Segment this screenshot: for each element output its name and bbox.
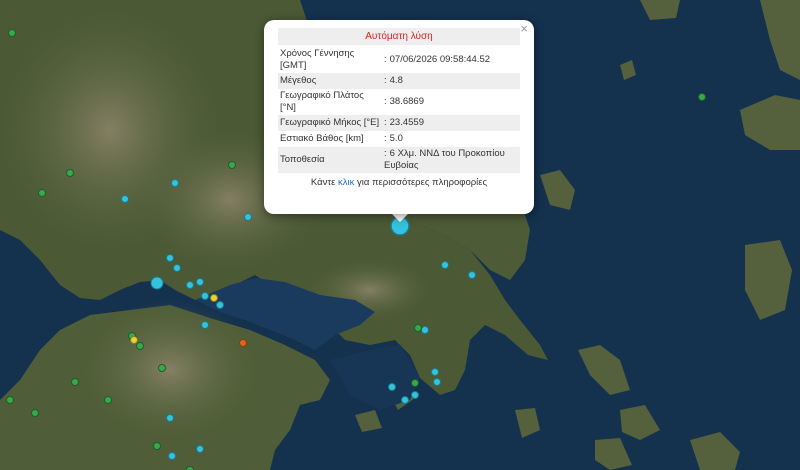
earthquake-marker[interactable]: [401, 396, 409, 404]
row-value: 5.0: [389, 133, 403, 144]
earthquake-marker[interactable]: [153, 442, 161, 450]
earthquake-marker[interactable]: [171, 179, 179, 187]
row-value: 07/06/2026 09:58:44.52: [389, 54, 491, 65]
row-label: Χρόνος Γέννησης [GMT]: [280, 48, 355, 71]
earthquake-marker[interactable]: [201, 292, 209, 300]
row-label: Τοποθεσία: [280, 154, 325, 165]
row-value: 38.6869: [389, 96, 424, 107]
row-label: Γεωγραφικό Μήκος [°E]: [280, 117, 380, 128]
earthquake-marker[interactable]: [421, 326, 429, 334]
earthquake-marker[interactable]: [71, 378, 79, 386]
earthquake-marker[interactable]: [150, 276, 164, 290]
earthquake-marker[interactable]: [166, 414, 174, 422]
earthquake-marker[interactable]: [8, 29, 16, 37]
earthquake-marker[interactable]: [239, 339, 247, 347]
earthquake-marker[interactable]: [168, 452, 176, 460]
earthquake-marker[interactable]: [441, 261, 449, 269]
row-label: Γεωγραφικό Πλάτος [°N]: [280, 90, 364, 113]
earthquake-marker[interactable]: [411, 379, 419, 387]
info-row-latitude: Γεωγραφικό Πλάτος [°N] :38.6869: [280, 90, 424, 113]
info-row-longitude: Γεωγραφικό Μήκος [°E] :23.4559: [278, 115, 520, 131]
row-value: 23.4559: [389, 117, 424, 128]
earthquake-marker[interactable]: [196, 278, 204, 286]
row-value: 4.8: [389, 75, 403, 86]
earthquake-marker[interactable]: [121, 195, 129, 203]
earthquake-marker[interactable]: [244, 213, 252, 221]
earthquake-marker[interactable]: [216, 301, 224, 309]
earthquake-marker[interactable]: [186, 466, 194, 470]
earthquake-marker[interactable]: [130, 336, 138, 344]
earthquake-marker[interactable]: [468, 271, 476, 279]
earthquake-marker[interactable]: [210, 294, 218, 302]
row-value: 6 Χλμ. ΝΝΔ του Προκοπίου Ευβοίας: [384, 148, 505, 171]
row-label: Μέγεθος: [280, 75, 317, 86]
info-row-depth: Εστιακό Βάθος [km] :5.0: [280, 133, 403, 144]
info-row-origin-time: Χρόνος Γέννησης [GMT] :07/06/2026 09:58:…: [280, 48, 491, 71]
popup-title: Αυτόματη λύση: [278, 28, 520, 45]
info-row-magnitude: Μέγεθος :4.8: [278, 73, 520, 89]
more-info-link[interactable]: κλικ: [338, 177, 354, 188]
earthquake-marker[interactable]: [166, 254, 174, 262]
row-label: Εστιακό Βάθος [km]: [280, 133, 364, 144]
earthquake-marker[interactable]: [38, 189, 46, 197]
earthquake-marker[interactable]: [136, 342, 144, 350]
earthquake-marker[interactable]: [698, 93, 706, 101]
earthquake-marker[interactable]: [388, 383, 396, 391]
earthquake-marker[interactable]: [158, 364, 166, 372]
info-row-location: Τοποθεσία :6 Χλμ. ΝΝΔ του Προκοπίου Ευβο…: [278, 147, 520, 173]
earthquake-marker[interactable]: [201, 321, 209, 329]
earthquake-marker[interactable]: [66, 169, 74, 177]
close-icon[interactable]: ×: [520, 22, 528, 36]
earthquake-marker[interactable]: [186, 281, 194, 289]
earthquake-marker[interactable]: [196, 445, 204, 453]
earthquake-marker[interactable]: [173, 264, 181, 272]
earthquake-marker[interactable]: [411, 391, 419, 399]
earthquake-marker[interactable]: [6, 396, 14, 404]
earthquake-marker[interactable]: [31, 409, 39, 417]
earthquake-marker[interactable]: [431, 368, 439, 376]
earthquake-marker[interactable]: [228, 161, 236, 169]
event-popup: × Αυτόματη λύση Χρόνος Γέννησης [GMT] :0…: [264, 20, 534, 214]
more-info-line: Κάντε κλικ για περισσότερες πληροφορίες: [310, 177, 488, 188]
earthquake-marker[interactable]: [433, 378, 441, 386]
earthquake-marker[interactable]: [104, 396, 112, 404]
earthquake-marker[interactable]: [414, 324, 422, 332]
